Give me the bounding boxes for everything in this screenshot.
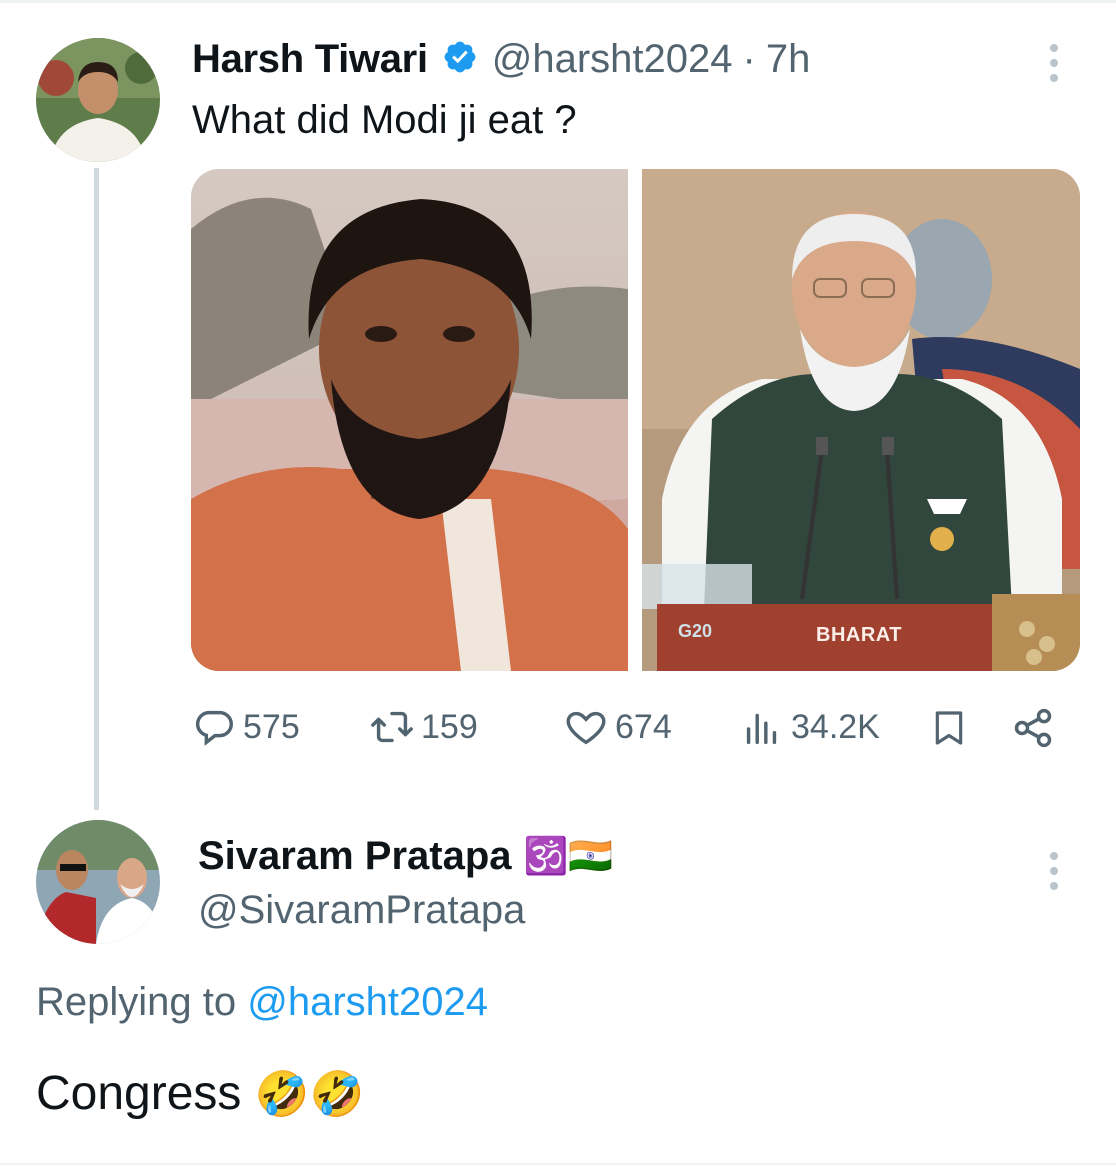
- replying-to-handle[interactable]: @harsht2024: [247, 980, 488, 1024]
- like-action[interactable]: 674: [563, 704, 672, 750]
- reply-author-emojis: 🕉️🇮🇳: [523, 835, 614, 876]
- reply-icon: [191, 704, 237, 750]
- heart-icon: [563, 704, 609, 750]
- reply-count: 575: [243, 707, 300, 746]
- reply-author-name[interactable]: Sivaram Pratapa: [198, 834, 512, 879]
- tweet-media[interactable]: G20 BHARAT: [191, 169, 1080, 671]
- reply-author-handle[interactable]: @SivaramPratapa: [198, 888, 525, 933]
- replying-to-label: Replying to: [36, 980, 237, 1024]
- like-count: 674: [615, 707, 672, 746]
- tweet-header: Harsh Tiwari @harsht2024 · 7h: [192, 34, 810, 84]
- tweet-action-bar: 575 159 674 34.2K: [191, 702, 1061, 754]
- media-right-image[interactable]: G20 BHARAT: [642, 169, 1080, 671]
- reply-text-line: Congress 🤣🤣: [36, 1066, 364, 1121]
- views-bar-chart-icon: [739, 704, 785, 750]
- views-action[interactable]: 34.2K: [739, 704, 880, 750]
- repost-count: 159: [421, 707, 478, 746]
- reply-text: Congress: [36, 1067, 242, 1120]
- reply-author-avatar[interactable]: [36, 820, 160, 944]
- reply-text-emojis: 🤣🤣: [254, 1070, 365, 1119]
- repost-action[interactable]: 159: [369, 704, 478, 750]
- author-name[interactable]: Harsh Tiwari: [192, 37, 428, 82]
- author-avatar[interactable]: [36, 38, 160, 162]
- tweet-time[interactable]: 7h: [766, 37, 811, 82]
- media-left-image[interactable]: [191, 169, 628, 671]
- top-divider: [0, 0, 1116, 3]
- podium-logo: G20: [678, 621, 713, 641]
- bookmark-icon[interactable]: [929, 706, 969, 750]
- views-count: 34.2K: [791, 707, 880, 746]
- bottom-divider: [0, 1163, 1116, 1165]
- podium-label: BHARAT: [816, 624, 902, 646]
- tweet-text: What did Modi ji eat ?: [192, 98, 577, 142]
- replying-to-line: Replying to @harsht2024: [36, 980, 488, 1025]
- more-options-icon[interactable]: [1049, 44, 1059, 89]
- author-handle[interactable]: @harsht2024: [492, 37, 733, 82]
- meta-separator: ·: [742, 36, 756, 81]
- reply-action[interactable]: 575: [191, 704, 300, 750]
- reply-more-options-icon[interactable]: [1049, 852, 1059, 897]
- verified-badge-icon: [442, 39, 478, 80]
- repost-icon: [369, 704, 415, 750]
- reply-header: Sivaram Pratapa 🕉️🇮🇳: [198, 830, 613, 882]
- share-icon[interactable]: [1011, 706, 1055, 750]
- thread-connector-line: [94, 168, 99, 810]
